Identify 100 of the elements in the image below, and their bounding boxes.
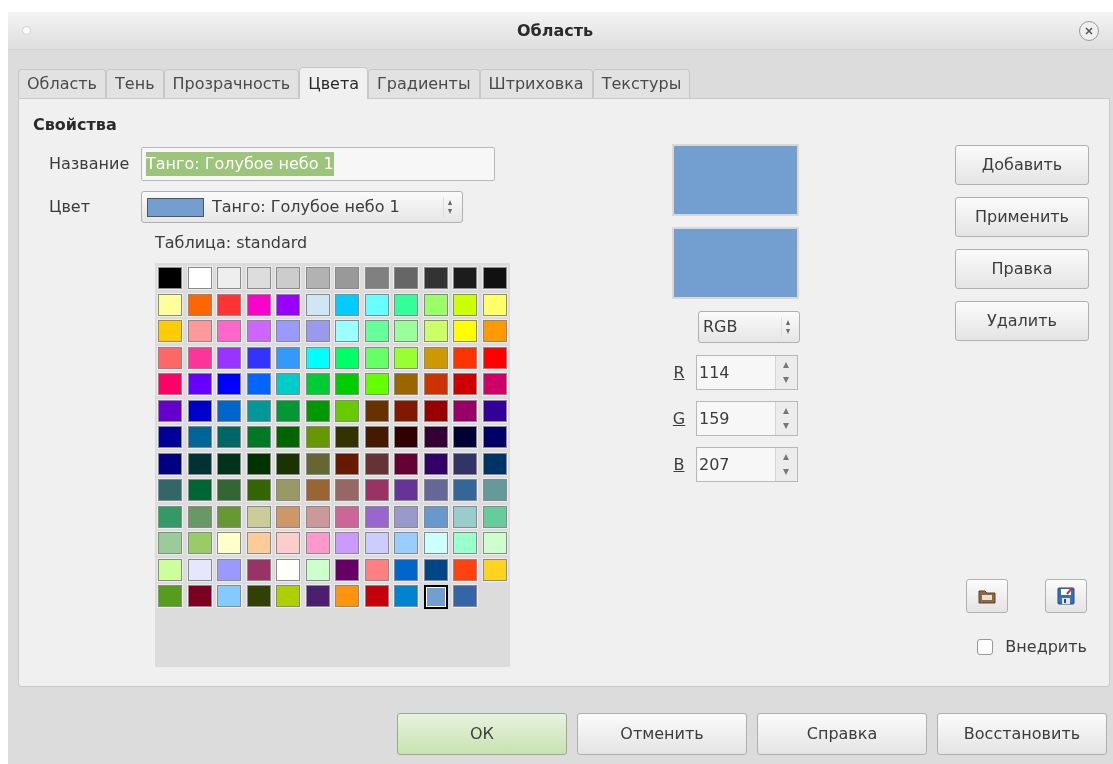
color-swatch[interactable] (217, 558, 241, 581)
color-swatch[interactable] (423, 558, 448, 581)
color-swatch[interactable] (335, 452, 359, 475)
color-swatch[interactable] (276, 479, 300, 501)
color-swatch[interactable] (305, 293, 330, 316)
color-swatch[interactable] (335, 505, 359, 528)
color-swatch[interactable] (187, 399, 212, 422)
color-swatch[interactable] (305, 479, 330, 501)
color-swatch[interactable] (158, 585, 182, 607)
color-swatch[interactable] (158, 558, 182, 581)
color-swatch[interactable] (364, 505, 389, 528)
color-swatch[interactable] (364, 558, 389, 581)
color-swatch[interactable] (276, 585, 300, 607)
color-swatch[interactable] (217, 373, 241, 395)
close-button[interactable] (1079, 20, 1099, 41)
color-swatch[interactable] (158, 267, 182, 289)
color-swatch[interactable] (423, 373, 448, 395)
color-swatch[interactable] (305, 558, 330, 581)
color-swatch[interactable] (394, 320, 418, 342)
color-swatch[interactable] (482, 452, 507, 475)
color-model-dropdown[interactable]: RGB (698, 311, 800, 343)
color-swatch[interactable] (453, 505, 477, 528)
color-swatch[interactable] (423, 399, 448, 422)
color-swatch[interactable] (187, 267, 212, 289)
color-swatch[interactable] (305, 505, 330, 528)
color-swatch[interactable] (482, 399, 507, 422)
color-swatch[interactable] (335, 479, 359, 501)
color-swatch[interactable] (187, 346, 212, 369)
color-swatch[interactable] (394, 585, 418, 607)
color-swatch[interactable] (187, 426, 212, 448)
color-swatch[interactable] (482, 558, 507, 581)
color-swatch[interactable] (158, 399, 182, 422)
tab[interactable]: Цвета (299, 67, 369, 99)
color-swatch[interactable] (335, 267, 359, 289)
color-swatch[interactable] (335, 293, 359, 316)
color-swatch[interactable] (482, 505, 507, 528)
color-swatch[interactable] (305, 532, 330, 554)
tab[interactable]: Текстуры (592, 69, 691, 98)
color-swatch[interactable] (217, 479, 241, 501)
color-swatch[interactable] (394, 373, 418, 395)
color-swatch[interactable] (187, 373, 212, 395)
color-swatch[interactable] (394, 558, 418, 581)
color-swatch[interactable] (305, 585, 330, 607)
color-swatch[interactable] (187, 293, 212, 316)
dialog-button[interactable]: Восстановить (937, 713, 1107, 755)
color-swatch[interactable] (187, 532, 212, 554)
color-swatch[interactable] (246, 479, 271, 501)
color-swatch[interactable] (394, 505, 418, 528)
color-swatch[interactable] (276, 267, 300, 289)
color-swatch[interactable] (276, 452, 300, 475)
color-swatch[interactable] (335, 320, 359, 342)
color-swatch[interactable] (364, 373, 389, 395)
color-swatch[interactable] (453, 267, 477, 289)
color-swatch[interactable] (453, 532, 477, 554)
color-swatch[interactable] (305, 426, 330, 448)
color-swatch[interactable] (335, 585, 359, 607)
color-swatch[interactable] (482, 532, 507, 554)
color-swatch[interactable] (217, 585, 241, 607)
color-swatch[interactable] (217, 532, 241, 554)
color-swatch[interactable] (187, 558, 212, 581)
color-swatch[interactable] (305, 346, 330, 369)
color-swatch[interactable] (364, 399, 389, 422)
color-swatch[interactable] (482, 267, 507, 289)
color-swatch[interactable] (423, 320, 448, 342)
color-swatch[interactable] (394, 346, 418, 369)
action-button[interactable]: Применить (955, 197, 1089, 237)
color-swatch[interactable] (246, 267, 271, 289)
color-swatch[interactable] (246, 293, 271, 316)
color-swatch[interactable] (335, 373, 359, 395)
color-swatch[interactable] (364, 452, 389, 475)
color-swatch[interactable] (305, 267, 330, 289)
color-swatch[interactable] (453, 346, 477, 369)
color-swatch[interactable] (335, 399, 359, 422)
color-swatch[interactable] (246, 505, 271, 528)
color-swatch[interactable] (158, 346, 182, 369)
color-swatch[interactable] (335, 346, 359, 369)
color-swatch[interactable] (423, 426, 448, 448)
color-swatch[interactable] (482, 426, 507, 448)
color-swatch[interactable] (276, 346, 300, 369)
tab[interactable]: Градиенты (368, 69, 480, 98)
color-swatch[interactable] (423, 505, 448, 528)
color-swatch[interactable] (482, 373, 507, 395)
color-swatch[interactable] (158, 426, 182, 448)
color-swatch[interactable] (217, 399, 241, 422)
color-swatch[interactable] (246, 426, 271, 448)
color-swatch[interactable] (453, 585, 477, 607)
color-swatch[interactable] (423, 346, 448, 369)
color-swatch[interactable] (187, 585, 212, 607)
action-button[interactable]: Удалить (955, 301, 1089, 341)
color-swatch[interactable] (158, 532, 182, 554)
color-swatch[interactable] (158, 452, 182, 475)
color-swatch[interactable] (394, 426, 418, 448)
color-swatch[interactable] (482, 293, 507, 316)
color-swatch[interactable] (276, 558, 300, 581)
color-swatch[interactable] (276, 373, 300, 395)
color-swatch[interactable] (394, 267, 418, 289)
color-swatch[interactable] (423, 293, 448, 316)
color-swatch[interactable] (305, 320, 330, 342)
tab[interactable]: Область (18, 69, 107, 98)
color-swatch[interactable] (305, 452, 330, 475)
